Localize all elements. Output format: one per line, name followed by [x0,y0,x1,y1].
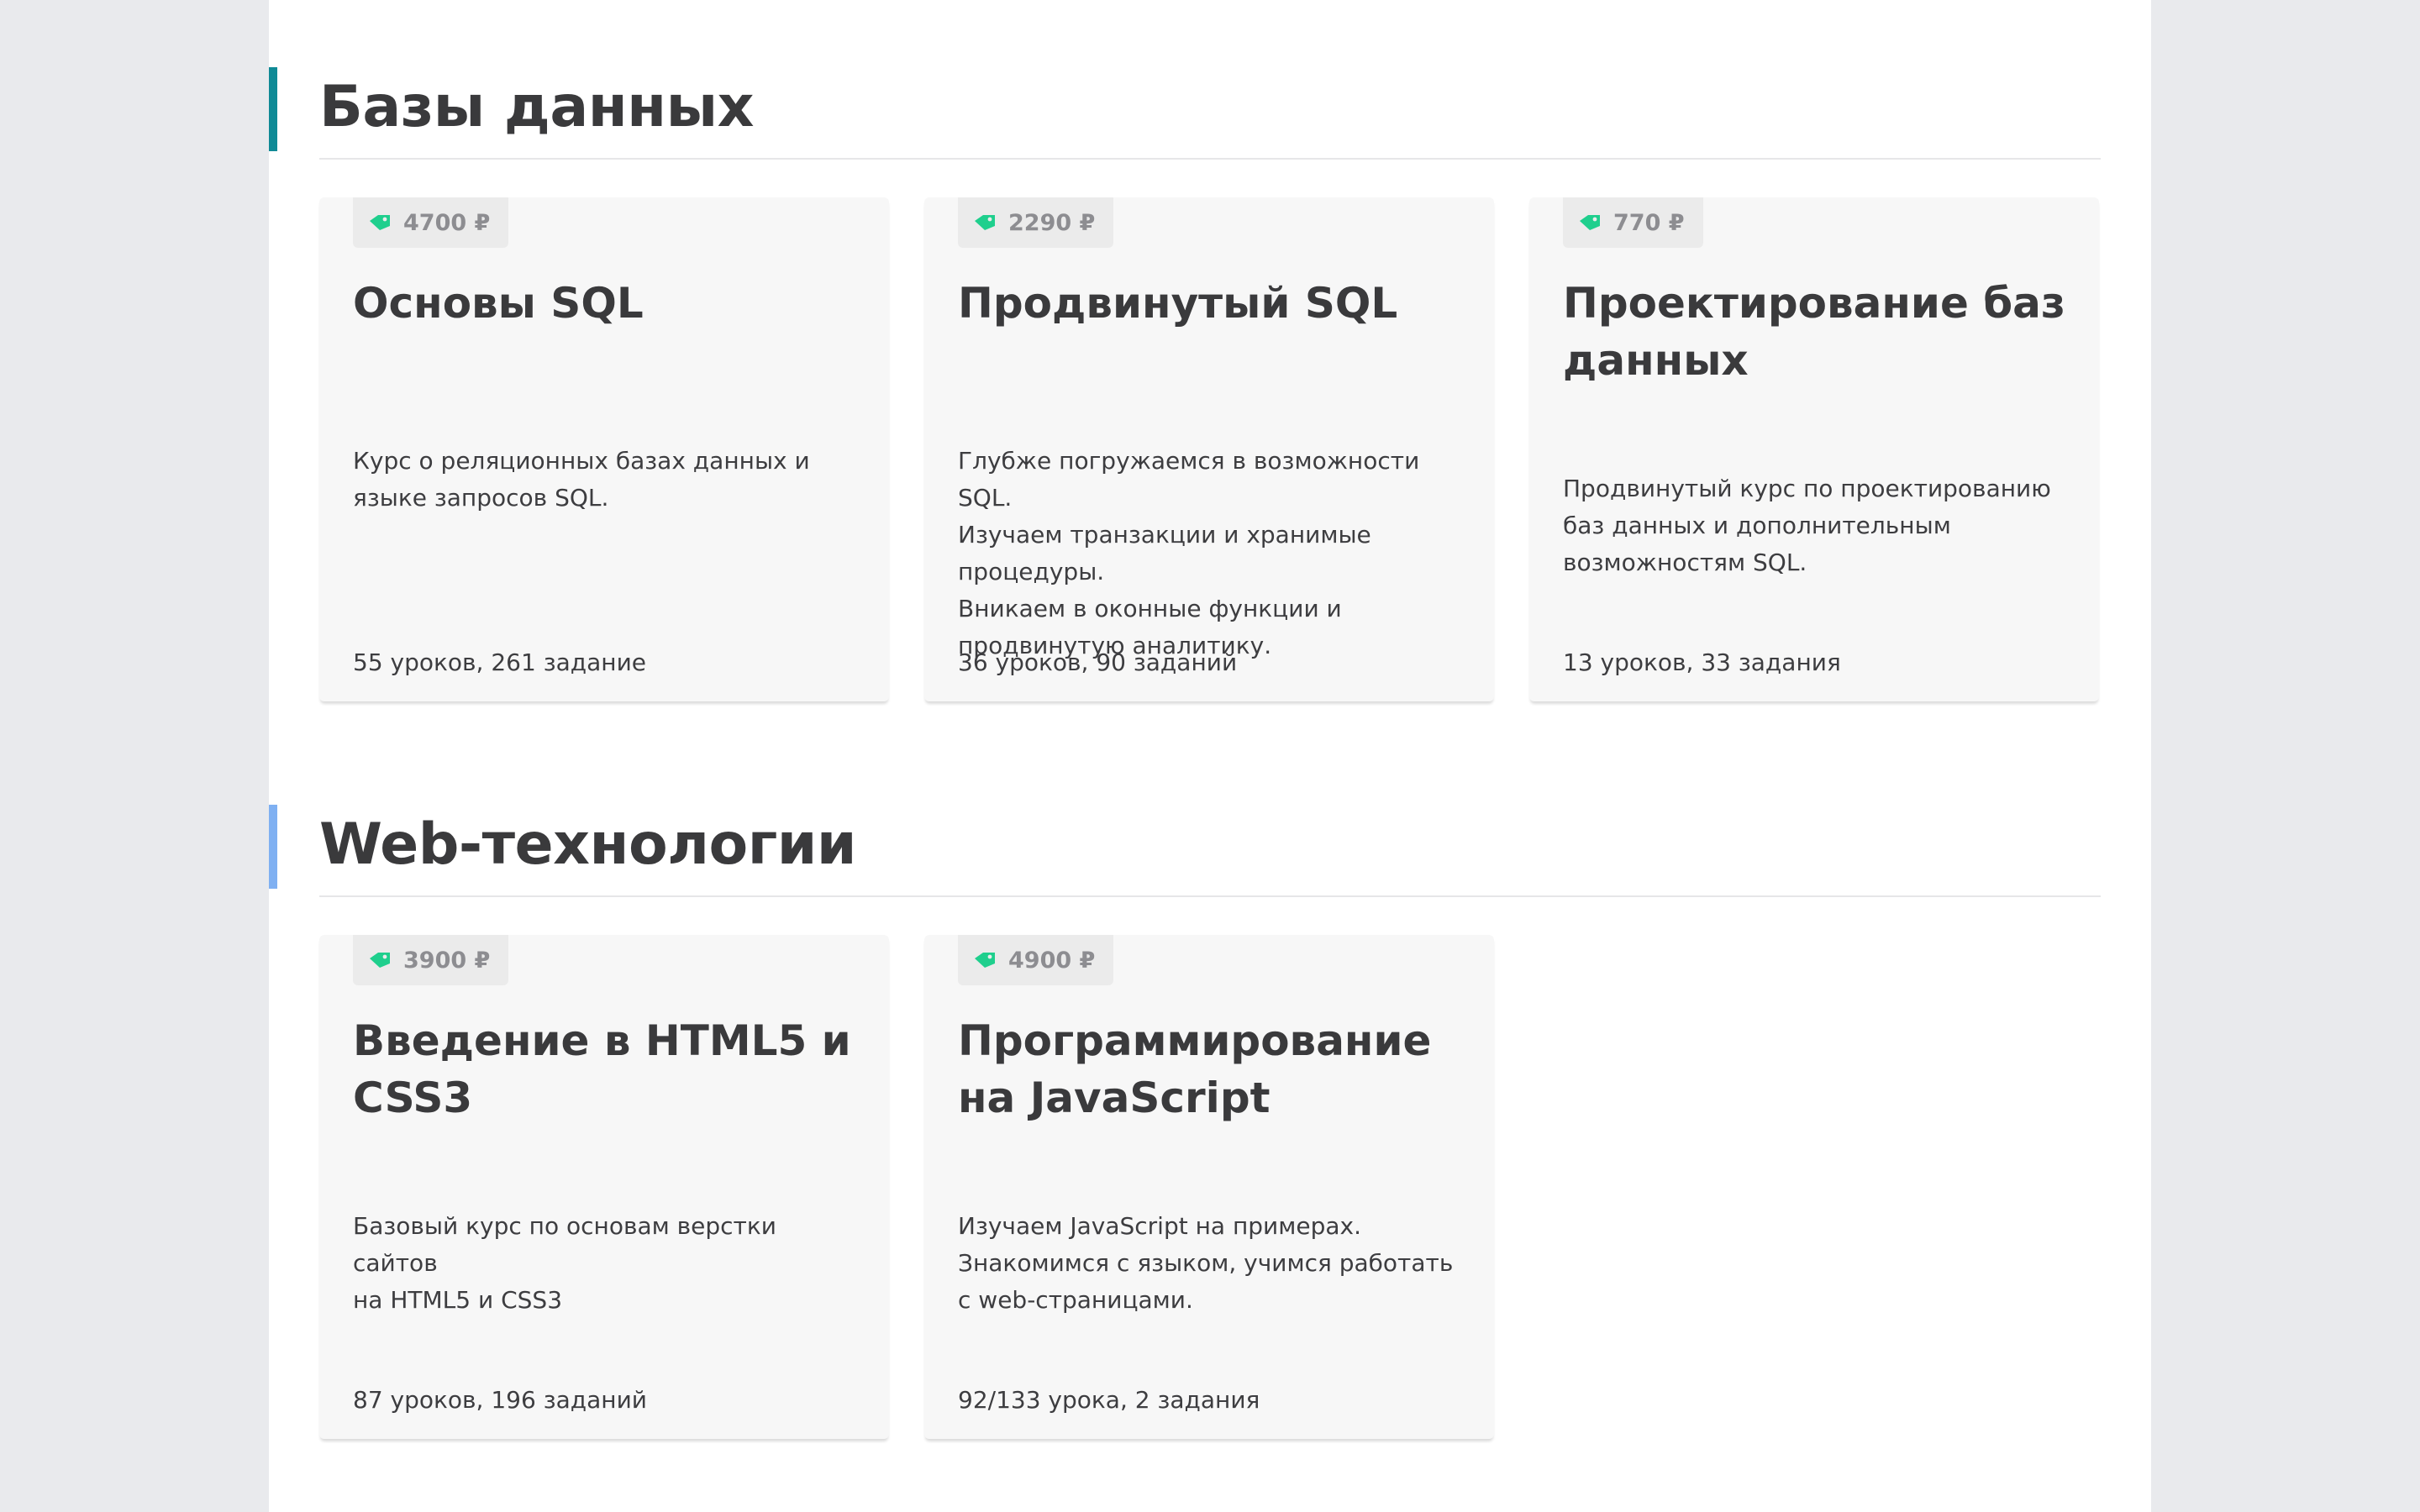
course-description: Курс о реляционных базах данных и языке … [353,447,810,512]
price-tag-icon [370,953,390,968]
course-stats: 13 уроков, 33 задания [1563,648,1841,676]
page-content: Базы данных 4700 ₽ Основы SQL Курс о рел… [269,0,2151,1512]
section-divider [319,895,2101,897]
section-accent-bar [269,67,277,151]
course-title[interactable]: Введение в HTML5 и CSS3 [353,1012,865,1126]
price-tag-icon [370,215,390,230]
price-badge: 2290 ₽ [958,197,1114,248]
course-description: Изучаем JavaScript на примерах. Знакомим… [958,1212,1454,1314]
price-tag-icon [1580,215,1600,230]
course-description: Продвинутый курс по проектированию баз д… [1563,475,2051,576]
course-card-html-css[interactable]: 3900 ₽ Введение в HTML5 и CSS3 Базовый к… [319,935,889,1439]
price-value: 3900 ₽ [403,947,491,974]
course-title[interactable]: Основы SQL [353,275,865,332]
course-card-database-design[interactable]: 770 ₽ Проектирование баз данных Продвину… [1529,197,2099,701]
course-card-javascript[interactable]: 4900 ₽ Программирование на JavaScript Из… [924,935,1494,1439]
course-title[interactable]: Проектирование баз данных [1563,275,2075,389]
course-stats: 55 уроков, 261 задание [353,648,646,676]
section-title: Базы данных [319,74,755,140]
course-stats: 36 уроков, 90 заданий [958,648,1238,676]
price-value: 770 ₽ [1613,209,1685,236]
course-card-advanced-sql[interactable]: 2290 ₽ Продвинутый SQL Глубже погружаемс… [924,197,1494,701]
course-stats: 92/133 урока, 2 задания [958,1386,1260,1414]
price-value: 4900 ₽ [1008,947,1096,974]
section-accent-bar [269,805,277,889]
price-badge: 770 ₽ [1563,197,1703,248]
section-web-technologies: Web-технологии 3900 ₽ Введение в HTML5 и… [269,805,2151,1460]
section-databases: Базы данных 4700 ₽ Основы SQL Курс о рел… [269,67,2151,722]
course-title[interactable]: Продвинутый SQL [958,275,1470,332]
course-stats: 87 уроков, 196 заданий [353,1386,647,1414]
course-description: Глубже погружаемся в возможности SQL. Из… [958,447,1420,659]
course-description: Базовый курс по основам верстки сайтов н… [353,1212,776,1314]
course-title[interactable]: Программирование на JavaScript [958,1012,1470,1126]
price-badge: 4700 ₽ [353,197,509,248]
section-divider [319,158,2101,160]
price-badge: 3900 ₽ [353,935,509,985]
price-tag-icon [975,953,995,968]
course-card-sql-basics[interactable]: 4700 ₽ Основы SQL Курс о реляционных баз… [319,197,889,701]
price-value: 2290 ₽ [1008,209,1096,236]
section-title: Web-технологии [319,811,857,878]
price-tag-icon [975,215,995,230]
price-value: 4700 ₽ [403,209,491,236]
price-badge: 4900 ₽ [958,935,1114,985]
